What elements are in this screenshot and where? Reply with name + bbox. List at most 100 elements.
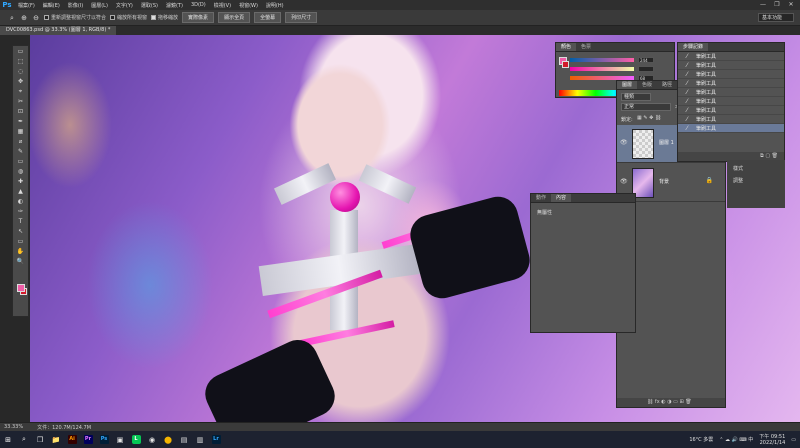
type-tool-icon[interactable]: T xyxy=(15,217,26,226)
tab-color[interactable]: 顏色 xyxy=(556,43,577,51)
direct-select-tool-icon[interactable]: ↖ xyxy=(15,227,26,236)
app-icon[interactable]: ◉ xyxy=(144,431,160,448)
illustrator-icon[interactable]: Ai xyxy=(64,431,80,448)
zoom-all-windows-checkbox[interactable]: 縮放所有視窗 xyxy=(110,14,147,21)
history-item[interactable]: ⁄ 筆刷工具 xyxy=(678,88,784,97)
dock-item-adjustments[interactable]: 調整 xyxy=(727,172,785,184)
menu-help[interactable]: 說明(H) xyxy=(262,2,288,9)
zoom-in-icon[interactable]: ⊕ xyxy=(20,14,28,22)
zoom-level[interactable]: 33.33% xyxy=(4,424,23,430)
history-item[interactable]: ⁄ 筆刷工具 xyxy=(678,106,784,115)
layer-name[interactable]: 圖層 1 xyxy=(659,139,674,146)
menu-window[interactable]: 視窗(W) xyxy=(235,2,262,9)
fit-screen-button[interactable]: 顯示全頁 xyxy=(218,12,251,23)
healing-tool-icon[interactable]: ⊡ xyxy=(15,107,26,116)
tab-layers[interactable]: 圖層 xyxy=(617,81,638,89)
maximize-button[interactable]: ❐ xyxy=(770,0,784,10)
history-item[interactable]: ⁄ 筆刷工具 xyxy=(678,97,784,106)
history-item[interactable]: ⁄ 筆刷工具 xyxy=(678,61,784,70)
hand-tool-icon[interactable]: ✋ xyxy=(15,247,26,256)
history-brush-tool-icon[interactable]: ⌀ xyxy=(15,137,26,146)
history-item[interactable]: ⁄ 筆刷工具 xyxy=(678,52,784,61)
workspace-select[interactable]: 基本功能 xyxy=(758,13,794,22)
history-item-current[interactable]: ⁄ 筆刷工具 xyxy=(678,124,784,133)
lightroom-icon[interactable]: Lr xyxy=(208,431,224,448)
weather-widget[interactable]: 16°C 多雲 xyxy=(689,436,713,443)
dock-item-styles[interactable]: 樣式 xyxy=(727,160,785,172)
line-icon[interactable]: L xyxy=(128,431,144,448)
tab-paths[interactable]: 路徑 xyxy=(657,81,677,89)
red-slider[interactable]: 244 xyxy=(570,57,654,63)
red-value[interactable]: 244 xyxy=(638,57,654,63)
lock-icons[interactable]: ▦ ✎ ✥ ⛓ xyxy=(637,115,661,121)
document-icon[interactable]: ▤ xyxy=(176,431,192,448)
chrome-icon[interactable]: ⬤ xyxy=(160,431,176,448)
zoom-tool-icon[interactable]: 🔍 xyxy=(15,257,26,266)
crop-tool-icon[interactable]: ⌖ xyxy=(15,87,26,96)
notifications-icon[interactable]: ▭ xyxy=(791,437,796,443)
tray-icons[interactable]: ⌃ ☁ 🔊 ⌨ 中 xyxy=(719,436,753,443)
fill-screen-button[interactable]: 全螢幕 xyxy=(254,12,282,23)
actual-pixels-button[interactable]: 實際像素 xyxy=(182,12,215,23)
app-icon[interactable]: ▣ xyxy=(112,431,128,448)
visibility-eye-icon[interactable]: 👁 xyxy=(620,139,628,146)
tab-actions[interactable]: 動作 xyxy=(531,194,551,202)
quick-select-tool-icon[interactable]: ✥ xyxy=(15,77,26,86)
history-item[interactable]: ⁄ 筆刷工具 xyxy=(678,79,784,88)
clock[interactable]: 下午 09:51 2022/1/14 xyxy=(759,434,785,446)
lasso-tool-icon[interactable]: ◌ xyxy=(15,67,26,76)
layer-kind-filter[interactable]: 種類 xyxy=(621,93,651,101)
menu-layer[interactable]: 圖層(L) xyxy=(87,2,112,9)
blur-tool-icon[interactable]: ◍ xyxy=(15,167,26,176)
foreground-color-swatch[interactable] xyxy=(17,284,25,292)
visibility-eye-icon[interactable]: 👁 xyxy=(620,178,628,185)
menu-3d[interactable]: 3D(D) xyxy=(187,2,210,8)
tab-properties[interactable]: 內容 xyxy=(551,194,572,202)
menu-image[interactable]: 影像(I) xyxy=(64,2,87,9)
start-icon[interactable]: ⊞ xyxy=(0,431,16,448)
blend-mode-select[interactable]: 正常 xyxy=(621,103,671,111)
bg-color-chip[interactable] xyxy=(562,61,569,68)
shape-tool-icon[interactable]: ◐ xyxy=(15,197,26,206)
history-item[interactable]: ⁄ 筆刷工具 xyxy=(678,115,784,124)
task-view-icon[interactable]: ❒ xyxy=(32,431,48,448)
menu-type[interactable]: 文字(Y) xyxy=(112,2,137,9)
eyedropper-tool-icon[interactable]: ✂ xyxy=(15,97,26,106)
tab-history[interactable]: 步驟記錄 xyxy=(678,43,709,51)
photos-icon[interactable]: ▥ xyxy=(192,431,208,448)
clone-stamp-tool-icon[interactable]: ▦ xyxy=(15,127,26,136)
gradient-tool-icon[interactable]: ▭ xyxy=(15,157,26,166)
close-button[interactable]: ✕ xyxy=(784,0,798,10)
menu-file[interactable]: 檔案(F) xyxy=(14,2,39,9)
premiere-icon[interactable]: Pr xyxy=(80,431,96,448)
document-size[interactable]: 文件：120.7M/124.7M xyxy=(37,424,91,431)
zoom-tool-icon[interactable]: ⌕ xyxy=(8,14,16,22)
document-tab[interactable]: DVC00863.psd @ 33.3% (圖層 1, RGB/8) * xyxy=(0,26,117,35)
tab-swatches[interactable]: 色票 xyxy=(576,43,596,51)
move-tool-icon[interactable]: ▭ xyxy=(15,47,26,56)
layer-name[interactable]: 背景 xyxy=(659,178,669,185)
green-slider[interactable] xyxy=(570,66,654,72)
photoshop-taskbar-icon[interactable]: Ps xyxy=(96,431,112,448)
menu-view[interactable]: 檢視(V) xyxy=(210,2,235,9)
brush-tool-icon[interactable]: ✒ xyxy=(15,117,26,126)
resize-windows-checkbox[interactable]: 重新調整視窗尺寸以符合 xyxy=(44,14,106,21)
menu-filter[interactable]: 濾鏡(T) xyxy=(162,2,187,9)
pen-tool-icon[interactable]: ▲ xyxy=(15,187,26,196)
minimize-button[interactable]: — xyxy=(756,0,770,10)
file-explorer-icon[interactable]: 📁 xyxy=(48,431,64,448)
tab-channels[interactable]: 色版 xyxy=(637,81,657,89)
menu-select[interactable]: 選取(S) xyxy=(137,2,162,9)
green-value[interactable] xyxy=(638,66,654,72)
scrubby-zoom-checkbox[interactable]: 拖移縮放 xyxy=(151,14,178,21)
path-select-tool-icon[interactable]: ✑ xyxy=(15,207,26,216)
eraser-tool-icon[interactable]: ✎ xyxy=(15,147,26,156)
zoom-out-icon[interactable]: ⊖ xyxy=(32,14,40,22)
menu-edit[interactable]: 編輯(E) xyxy=(39,2,64,9)
rectangle-tool-icon[interactable]: ▭ xyxy=(15,237,26,246)
search-icon[interactable]: ⌕ xyxy=(16,431,32,448)
history-item[interactable]: ⁄ 筆刷工具 xyxy=(678,70,784,79)
marquee-tool-icon[interactable]: ⬚ xyxy=(15,57,26,66)
print-size-button[interactable]: 列印尺寸 xyxy=(285,12,318,23)
dodge-tool-icon[interactable]: ✚ xyxy=(15,177,26,186)
